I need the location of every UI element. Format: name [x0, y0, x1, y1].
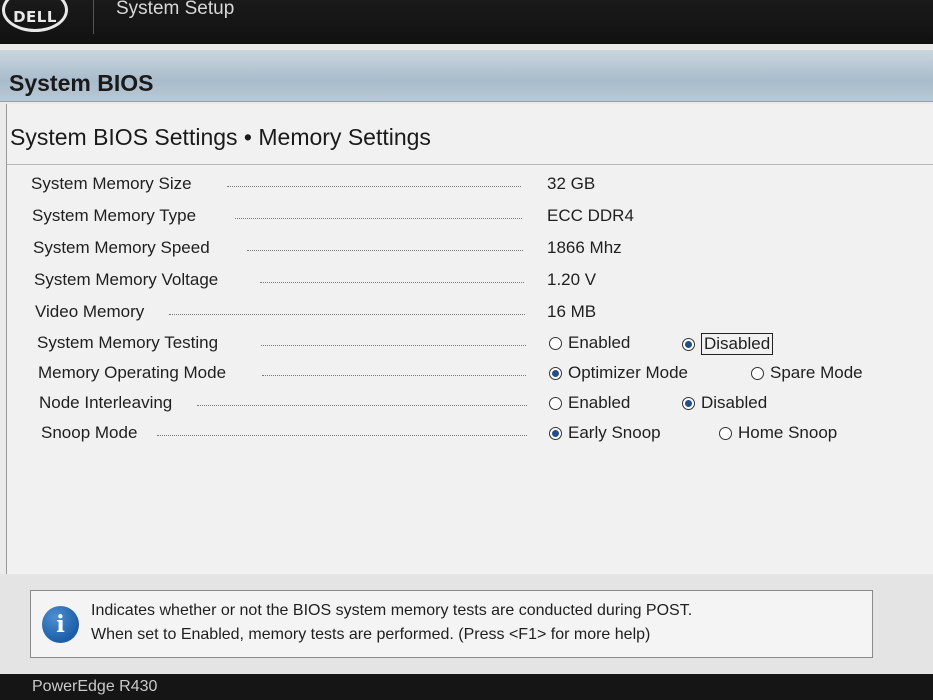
setting-value: 1866 Mhz [547, 238, 622, 257]
settings-panel: System BIOS Settings • Memory Settings S… [6, 104, 933, 574]
setting-row-memory-size: System Memory Size 32 GB [31, 174, 911, 202]
radio-on-icon[interactable] [682, 337, 695, 351]
setting-label: Snoop Mode [41, 423, 138, 442]
setting-label: Memory Operating Mode [38, 363, 227, 382]
setting-row-memory-speed: System Memory Speed 1866 Mhz [33, 238, 913, 266]
dotted-leader [261, 345, 526, 346]
radio-on-icon[interactable] [682, 396, 695, 410]
top-header: DELL System Setup [0, 0, 933, 44]
radio-disabled[interactable]: Disabled [682, 333, 774, 355]
setting-label: System Memory Size [31, 174, 192, 193]
help-line-1: Indicates whether or not the BIOS system… [91, 602, 693, 619]
dell-logo: DELL [2, 0, 68, 32]
main-screen: System BIOS System BIOS Settings • Memor… [0, 44, 933, 674]
dotted-leader [262, 375, 526, 376]
radio-spare-mode[interactable]: Spare Mode [751, 363, 863, 383]
setting-value: ECC DDR4 [547, 206, 634, 225]
dotted-leader [227, 186, 521, 187]
dotted-leader [157, 435, 527, 436]
dotted-leader [260, 282, 524, 283]
radio-off-icon[interactable] [719, 426, 732, 440]
info-icon: i [42, 606, 79, 643]
radio-off-icon[interactable] [549, 336, 562, 350]
header-divider [93, 0, 94, 34]
page-title: System BIOS Settings • Memory Settings [10, 124, 431, 150]
focused-option[interactable]: Disabled [701, 333, 774, 355]
help-line-2: When set to Enabled, memory tests are pe… [91, 626, 651, 643]
setting-value: 16 MB [547, 302, 597, 321]
help-box: i Indicates whether or not the BIOS syst… [30, 590, 873, 658]
setting-label: Video Memory [35, 302, 145, 321]
setting-label: System Memory Testing [37, 333, 219, 352]
setting-value: 32 GB [547, 174, 596, 193]
setting-label: System Memory Voltage [34, 270, 219, 289]
setting-row-operating-mode[interactable]: Memory Operating Mode Optimizer Mode Spa… [38, 363, 918, 391]
footer-bar: PowerEdge R430 [0, 674, 933, 700]
dotted-leader [247, 250, 523, 251]
dotted-leader [197, 405, 527, 406]
bios-title-bar: System BIOS [0, 50, 933, 102]
radio-off-icon[interactable] [751, 366, 764, 380]
setting-row-node-interleaving[interactable]: Node Interleaving Enabled Disabled [39, 393, 919, 421]
radio-optimizer-mode[interactable]: Optimizer Mode [549, 363, 688, 383]
app-title: System Setup [116, 0, 235, 19]
setting-label: System Memory Type [32, 206, 197, 225]
setting-row-video-memory: Video Memory 16 MB [35, 302, 915, 330]
help-text: Indicates whether or not the BIOS system… [91, 599, 692, 647]
setting-value: 1.20 V [547, 270, 597, 289]
model-name: PowerEdge R430 [32, 678, 158, 695]
help-area: i Indicates whether or not the BIOS syst… [0, 574, 933, 674]
setting-label: Node Interleaving [39, 393, 173, 412]
setting-row-memory-testing[interactable]: System Memory Testing Enabled Disabled [37, 333, 917, 361]
radio-on-icon[interactable] [549, 366, 562, 380]
radio-enabled[interactable]: Enabled [549, 393, 630, 413]
radio-disabled[interactable]: Disabled [682, 393, 767, 413]
bios-title: System BIOS [9, 70, 154, 96]
radio-on-icon[interactable] [549, 426, 562, 440]
dotted-leader [169, 314, 525, 315]
title-divider [7, 164, 933, 165]
setting-row-memory-type: System Memory Type ECC DDR4 [32, 206, 912, 234]
setting-row-snoop-mode[interactable]: Snoop Mode Early Snoop Home Snoop [41, 423, 921, 451]
radio-off-icon[interactable] [549, 396, 562, 410]
radio-early-snoop[interactable]: Early Snoop [549, 423, 661, 443]
dotted-leader [235, 218, 522, 219]
setting-row-memory-voltage: System Memory Voltage 1.20 V [34, 270, 914, 298]
setting-label: System Memory Speed [33, 238, 210, 257]
radio-enabled[interactable]: Enabled [549, 333, 630, 353]
radio-home-snoop[interactable]: Home Snoop [719, 423, 837, 443]
